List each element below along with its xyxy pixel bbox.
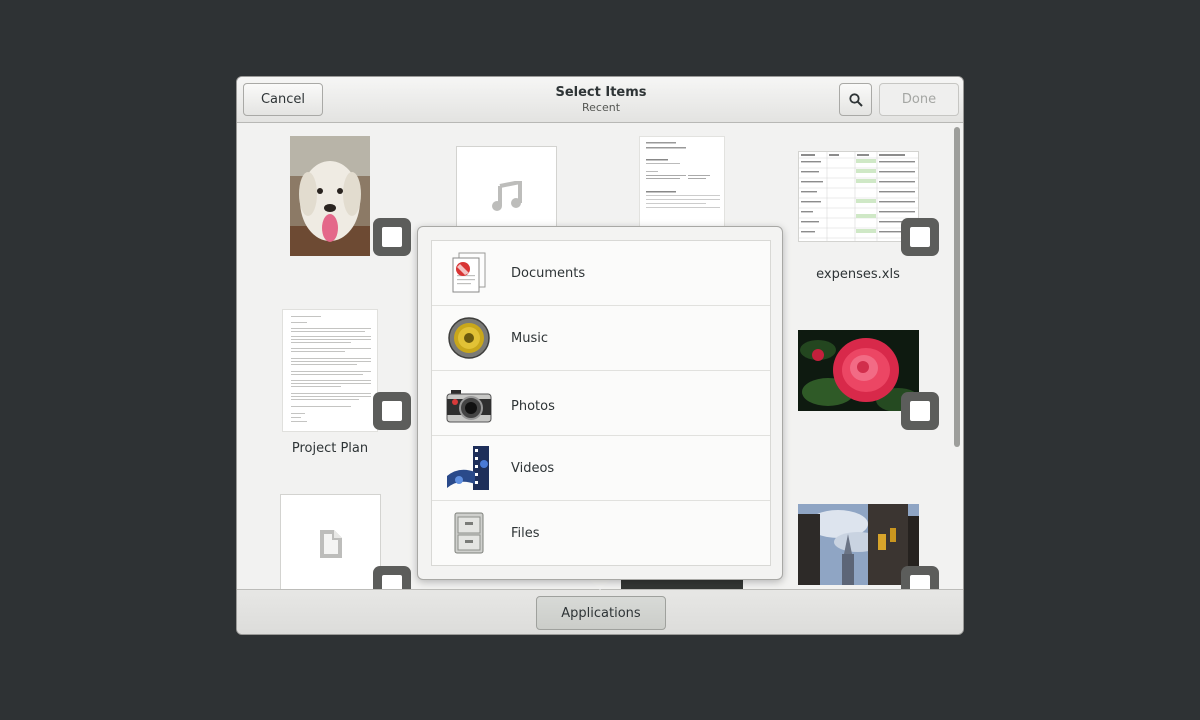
- files-icon: [454, 512, 484, 554]
- item-caption: Project Plan: [291, 441, 369, 456]
- search-button[interactable]: [839, 83, 872, 116]
- select-checkbox[interactable]: [373, 392, 411, 430]
- popover-arrow: [589, 579, 611, 590]
- select-checkbox[interactable]: [373, 218, 411, 256]
- music-note-icon: [491, 181, 522, 211]
- app-item-label: Files: [511, 526, 540, 541]
- music-icon: [448, 317, 490, 359]
- vertical-scrollbar[interactable]: [954, 127, 960, 447]
- applications-list: Documents Music Photos Videos Files: [431, 240, 771, 566]
- generic-file-thumbnail: [280, 494, 381, 589]
- app-item-music[interactable]: Music: [432, 306, 770, 371]
- app-item-label: Videos: [511, 461, 555, 476]
- photos-icon: [446, 390, 492, 423]
- footer-bar: Applications: [237, 589, 963, 634]
- videos-icon: [447, 446, 489, 490]
- applications-popover: Documents Music Photos Videos Files: [417, 226, 783, 580]
- applications-button[interactable]: Applications: [536, 596, 666, 630]
- dialog-title: Select Items: [555, 85, 647, 100]
- done-button[interactable]: Done: [879, 83, 959, 116]
- document-thumbnail: [639, 136, 725, 228]
- project-plan-preview-image: [291, 316, 371, 422]
- app-item-documents[interactable]: Documents: [432, 241, 770, 306]
- title-block: Select Items Recent: [457, 85, 745, 114]
- select-checkbox[interactable]: [901, 392, 939, 430]
- app-item-videos[interactable]: Videos: [432, 436, 770, 501]
- documents-icon: [452, 252, 486, 293]
- dog-photo-thumbnail: [290, 136, 370, 256]
- select-checkbox[interactable]: [901, 218, 939, 256]
- cancel-button[interactable]: Cancel: [243, 83, 323, 116]
- app-item-label: Documents: [511, 266, 586, 281]
- document-icon: [319, 530, 342, 558]
- dialog-subtitle: Recent: [581, 101, 621, 114]
- app-item-label: Photos: [511, 399, 555, 414]
- item-caption: expenses.xls: [816, 267, 900, 282]
- select-checkbox[interactable]: [373, 566, 411, 589]
- document-preview-image: [646, 142, 720, 208]
- dog-photo-image: [290, 136, 370, 256]
- search-icon: [848, 92, 863, 107]
- project-plan-thumbnail: [282, 309, 378, 432]
- header-bar: Cancel Select Items Recent Done: [237, 77, 963, 123]
- select-checkbox[interactable]: [901, 566, 939, 589]
- app-item-files[interactable]: Files: [432, 501, 770, 566]
- app-item-photos[interactable]: Photos: [432, 371, 770, 436]
- app-item-label: Music: [511, 331, 548, 346]
